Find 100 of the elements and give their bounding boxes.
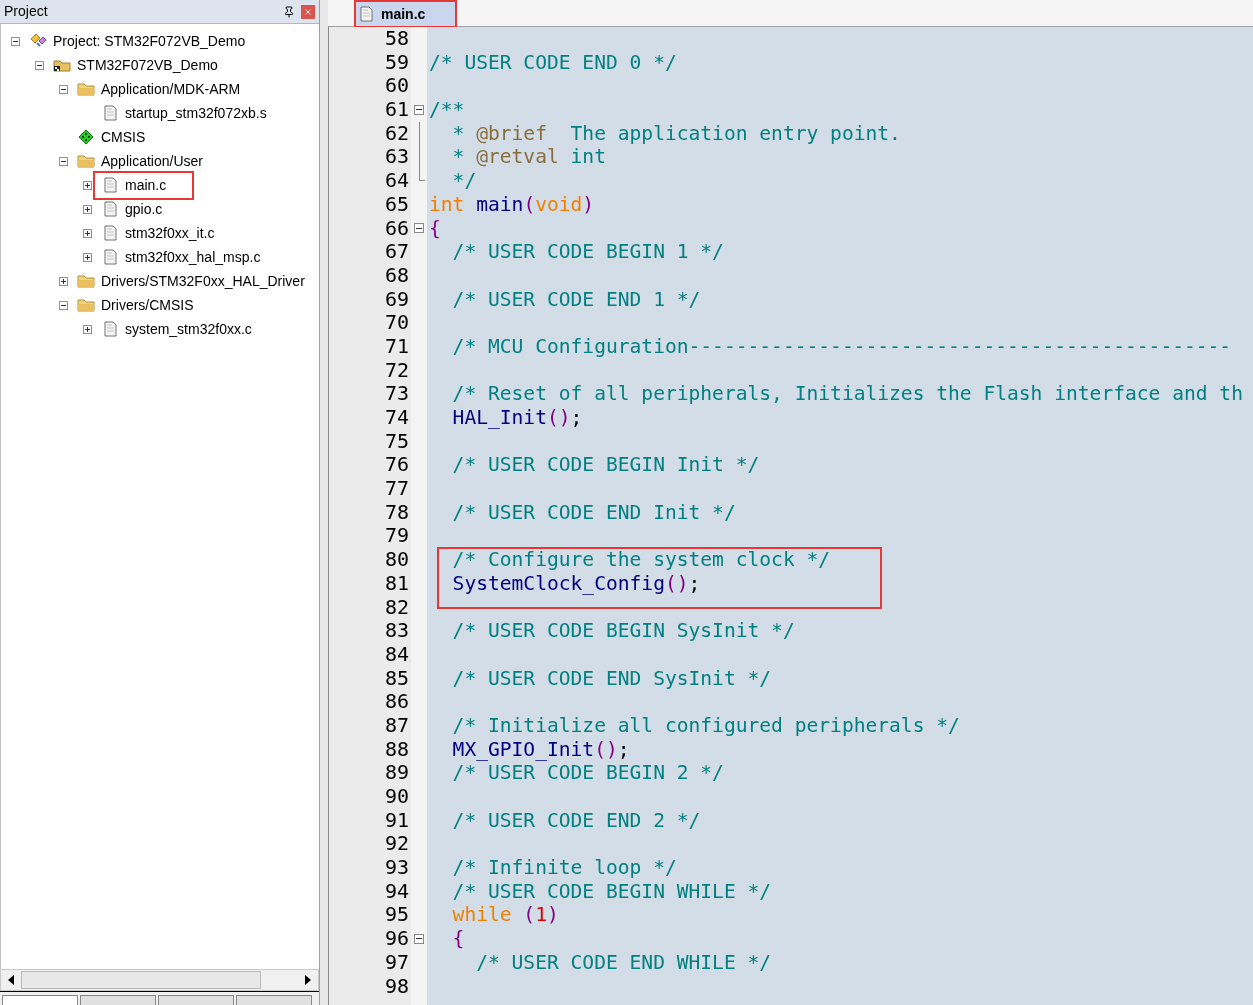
line-number: 88 <box>384 737 409 762</box>
line-number: 65 <box>384 192 409 217</box>
folder-icon <box>53 58 71 72</box>
file-icon <box>103 177 117 193</box>
line-number: 80 <box>384 548 409 572</box>
line-number: 95 <box>384 903 409 928</box>
file-icon <box>360 6 373 22</box>
code-line: /* USER CODE END SysInit */ <box>451 666 772 691</box>
tree-item[interactable]: stm32f0xx_it.c <box>123 222 217 244</box>
line-number: 77 <box>384 477 409 501</box>
expand-toggle[interactable] <box>83 324 92 334</box>
code-line: /* Initialize all configured peripherals */ <box>451 713 960 738</box>
code-line: /* USER CODE END 1 */ <box>451 287 701 312</box>
expand-toggle[interactable] <box>59 276 68 286</box>
code-line: /* USER CODE END 2 */ <box>451 808 701 833</box>
line-number: 75 <box>384 429 409 454</box>
line-number: 69 <box>384 287 409 312</box>
line-number: 66 <box>384 216 409 241</box>
code-line: /* Reset of all peripherals, Initializes the Flash interface and th <box>451 382 1243 406</box>
code-line: * @retval int <box>451 145 606 170</box>
collapse-toggle[interactable] <box>59 84 68 94</box>
line-number: 61 <box>384 98 409 122</box>
collapse-toggle[interactable] <box>35 60 44 70</box>
code-line: * @brief The application entry point. <box>451 121 901 146</box>
collapse-toggle[interactable] <box>59 156 68 166</box>
file-icon <box>103 201 117 217</box>
line-number: 89 <box>384 761 409 785</box>
file-icon <box>103 105 117 121</box>
expand-toggle[interactable] <box>83 228 92 238</box>
line-number: 73 <box>384 382 409 406</box>
line-number: 64 <box>384 169 409 193</box>
line-number: 72 <box>384 358 409 383</box>
code-line: /* USER CODE BEGIN SysInit */ <box>451 619 795 643</box>
panel-title: Project <box>4 2 49 21</box>
collapse-toggle[interactable] <box>59 300 68 310</box>
close-icon <box>303 6 313 17</box>
expand-toggle[interactable] <box>83 180 92 190</box>
panel-tab[interactable] <box>80 995 156 1005</box>
tree-item[interactable]: CMSIS <box>99 126 148 148</box>
horizontal-scrollbar[interactable] <box>0 969 319 991</box>
code-line: /* USER CODE BEGIN 1 */ <box>451 240 724 264</box>
tree-item[interactable]: Drivers/STM32F0xx_HAL_Driver <box>99 270 307 292</box>
line-number: 93 <box>384 856 409 880</box>
line-number: 90 <box>384 785 409 809</box>
code-line: SystemClock_Config(); <box>451 571 701 596</box>
file-icon <box>103 249 117 265</box>
code-line: /* USER CODE END WHILE */ <box>475 950 772 975</box>
tree-item[interactable]: startup_stm32f072xb.s <box>123 102 269 124</box>
tree-item[interactable]: Project: STM32F072VB_Demo <box>51 30 248 52</box>
code-line: while (1) <box>451 903 559 928</box>
tree-item[interactable]: Application/User <box>99 150 205 172</box>
panel-tab[interactable] <box>2 995 78 1005</box>
file-icon <box>103 225 117 241</box>
close-button[interactable] <box>301 4 315 19</box>
line-number: 97 <box>384 950 409 975</box>
panel-tab[interactable] <box>158 995 234 1005</box>
file-icon <box>103 321 117 337</box>
code-line: /* USER CODE BEGIN WHILE */ <box>451 879 772 904</box>
expand-toggle[interactable] <box>83 252 92 262</box>
line-number: 74 <box>384 406 409 430</box>
code-line: /* USER CODE END 0 */ <box>428 50 677 75</box>
tree-item[interactable]: system_stm32f0xx.c <box>123 318 254 340</box>
code-line: MX_GPIO_Init(); <box>451 737 630 762</box>
fold-toggle[interactable] <box>414 933 424 944</box>
line-number: 71 <box>384 334 409 359</box>
code-line: { <box>428 216 441 241</box>
scrollbar-thumb[interactable] <box>21 971 261 989</box>
line-number: 70 <box>384 311 409 335</box>
code-line: /** <box>428 98 465 122</box>
folder-icon <box>77 82 95 96</box>
tree-item[interactable]: Drivers/CMSIS <box>99 294 196 316</box>
panel-tab[interactable] <box>236 995 312 1005</box>
line-number: 68 <box>384 263 409 288</box>
tree-item[interactable]: gpio.c <box>123 198 165 220</box>
fold-toggle[interactable] <box>414 223 424 234</box>
line-number: 78 <box>384 500 409 525</box>
pin-icon[interactable] <box>283 5 295 18</box>
tree-item[interactable]: Application/MDK-ARM <box>99 78 243 100</box>
fold-toggle[interactable] <box>414 104 424 115</box>
line-number: 79 <box>384 524 409 549</box>
folder-icon <box>77 274 95 288</box>
code-line: /* MCU Configuration---------------------------------------------- <box>451 334 1232 359</box>
collapse-toggle[interactable] <box>11 36 20 46</box>
line-number: 60 <box>384 74 409 99</box>
code-line: */ <box>451 169 477 193</box>
line-number: 86 <box>384 690 409 714</box>
line-number: 98 <box>384 974 409 999</box>
code-line: HAL_Init(); <box>451 406 583 430</box>
line-number: 82 <box>384 595 409 620</box>
code-line: /* USER CODE END Init */ <box>451 500 736 525</box>
code-line: int main(void) <box>428 192 595 217</box>
folder-icon <box>77 298 95 312</box>
tree-item[interactable]: stm32f0xx_hal_msp.c <box>123 246 263 268</box>
tree-item[interactable]: STM32F072VB_Demo <box>75 54 220 76</box>
line-number: 94 <box>384 879 409 904</box>
line-number: 84 <box>384 642 409 667</box>
expand-toggle[interactable] <box>83 204 92 214</box>
line-number: 85 <box>384 666 409 691</box>
line-number: 63 <box>384 145 409 170</box>
editor-tab[interactable]: main.c <box>356 2 456 26</box>
